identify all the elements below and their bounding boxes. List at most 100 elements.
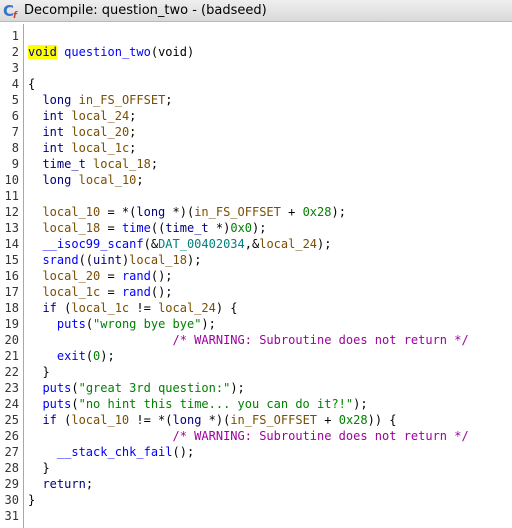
code-token[interactable]: = bbox=[100, 269, 122, 283]
code-token[interactable]: time_t bbox=[165, 221, 208, 235]
code-token[interactable]: != bbox=[129, 301, 158, 315]
code-line[interactable]: 18 if (local_1c != local_24) { bbox=[0, 300, 512, 316]
code-token[interactable]: = *( bbox=[100, 205, 136, 219]
code-token[interactable]: ( bbox=[71, 381, 78, 395]
code-token[interactable]: __isoc99_scanf bbox=[42, 237, 143, 251]
code-token[interactable] bbox=[28, 141, 42, 155]
code-token[interactable] bbox=[28, 301, 42, 315]
code-token[interactable]: rand bbox=[122, 285, 151, 299]
code-token[interactable]: 0x28 bbox=[339, 413, 368, 427]
code-token[interactable]: local_24 bbox=[158, 301, 216, 315]
code-token[interactable] bbox=[28, 221, 42, 235]
code-token[interactable]: local_18 bbox=[93, 157, 151, 171]
code-token[interactable] bbox=[28, 333, 173, 347]
code-line[interactable]: 10 long local_10; bbox=[0, 172, 512, 188]
code-token[interactable]: (); bbox=[173, 445, 195, 459]
code-token[interactable]: local_10 bbox=[71, 413, 129, 427]
code-line[interactable]: 7 int local_20; bbox=[0, 124, 512, 140]
code-token[interactable]: local_1c bbox=[71, 301, 129, 315]
code-token[interactable]: if bbox=[42, 301, 56, 315]
code-token[interactable]: (void) bbox=[151, 45, 194, 59]
code-token[interactable]: puts bbox=[42, 381, 71, 395]
code-line[interactable]: 19 puts("wrong bye bye"); bbox=[0, 316, 512, 332]
code-line[interactable]: 11 bbox=[0, 188, 512, 204]
code-token[interactable]: in_FS_OFFSET bbox=[230, 413, 317, 427]
code-token[interactable]: local_20 bbox=[42, 269, 100, 283]
code-token[interactable] bbox=[28, 445, 57, 459]
code-token[interactable]: = bbox=[100, 221, 122, 235]
code-token[interactable]: ( bbox=[71, 397, 78, 411]
code-line[interactable]: 22 } bbox=[0, 364, 512, 380]
code-line[interactable]: 17 local_1c = rand(); bbox=[0, 284, 512, 300]
code-line[interactable]: 20 /* WARNING: Subroutine does not retur… bbox=[0, 332, 512, 348]
code-line[interactable]: 28 } bbox=[0, 460, 512, 476]
code-token[interactable]: long bbox=[136, 205, 165, 219]
code-token[interactable]: 0x28 bbox=[303, 205, 332, 219]
code-line[interactable]: 5 long in_FS_OFFSET; bbox=[0, 92, 512, 108]
code-token[interactable] bbox=[28, 237, 42, 251]
code-token[interactable]: local_24 bbox=[259, 237, 317, 251]
code-token[interactable] bbox=[28, 429, 173, 443]
code-line[interactable]: 29 return; bbox=[0, 476, 512, 492]
code-token[interactable]: "great 3rd question:" bbox=[79, 381, 231, 395]
code-token[interactable]: long bbox=[173, 413, 202, 427]
code-token[interactable]: != *( bbox=[129, 413, 172, 427]
code-line[interactable]: 1 bbox=[0, 28, 512, 44]
code-token[interactable]: )) { bbox=[368, 413, 397, 427]
code-line[interactable]: 23 puts("great 3rd question:"); bbox=[0, 380, 512, 396]
code-token[interactable] bbox=[28, 397, 42, 411]
code-token[interactable]: (& bbox=[144, 237, 158, 251]
code-line[interactable]: 31 bbox=[0, 508, 512, 524]
code-token[interactable]: local_1c bbox=[42, 285, 100, 299]
code-token[interactable] bbox=[71, 173, 78, 187]
code-token[interactable]: long bbox=[42, 93, 71, 107]
code-token[interactable]: ); bbox=[230, 381, 244, 395]
code-token[interactable] bbox=[86, 157, 93, 171]
code-line[interactable]: 21 exit(0); bbox=[0, 348, 512, 364]
code-token[interactable]: ); bbox=[331, 205, 345, 219]
code-token[interactable]: rand bbox=[122, 269, 151, 283]
code-token[interactable]: exit bbox=[57, 349, 86, 363]
code-token[interactable] bbox=[28, 413, 42, 427]
code-token[interactable]: "wrong bye bye" bbox=[93, 317, 201, 331]
code-token[interactable]: local_1c bbox=[71, 141, 129, 155]
code-token[interactable] bbox=[28, 109, 42, 123]
code-token[interactable]: (); bbox=[151, 269, 173, 283]
code-token[interactable]: ) { bbox=[216, 301, 238, 315]
code-token[interactable]: } bbox=[28, 493, 35, 507]
code-token[interactable]: "no hint this time... you can do it?!" bbox=[79, 397, 354, 411]
code-token[interactable]: } bbox=[28, 461, 49, 475]
code-line[interactable]: 13 local_18 = time((time_t *)0x0); bbox=[0, 220, 512, 236]
code-token[interactable]: ; bbox=[129, 125, 136, 139]
code-line[interactable]: 25 if (local_10 != *(long *)(in_FS_OFFSE… bbox=[0, 412, 512, 428]
code-token[interactable]: ); bbox=[187, 253, 201, 267]
code-token[interactable]: ( bbox=[86, 317, 93, 331]
code-token[interactable]: local_18 bbox=[129, 253, 187, 267]
code-token[interactable] bbox=[28, 269, 42, 283]
code-token[interactable]: ( bbox=[57, 301, 71, 315]
code-line[interactable]: 6 int local_24; bbox=[0, 108, 512, 124]
code-token[interactable] bbox=[28, 317, 57, 331]
code-token[interactable] bbox=[28, 157, 42, 171]
code-token[interactable]: time_t bbox=[42, 157, 85, 171]
code-token[interactable]: time bbox=[122, 221, 151, 235]
code-token[interactable]: if bbox=[42, 413, 56, 427]
code-token[interactable]: (( bbox=[151, 221, 165, 235]
code-token[interactable]: ; bbox=[165, 93, 172, 107]
code-token[interactable]: ); bbox=[252, 221, 266, 235]
code-line[interactable]: 26 /* WARNING: Subroutine does not retur… bbox=[0, 428, 512, 444]
code-token[interactable]: ); bbox=[317, 237, 331, 251]
code-token[interactable]: local_24 bbox=[71, 109, 129, 123]
code-token[interactable]: *)( bbox=[201, 413, 231, 427]
code-token[interactable]: puts bbox=[57, 317, 86, 331]
code-line[interactable]: 27 __stack_chk_fail(); bbox=[0, 444, 512, 460]
code-token[interactable]: /* WARNING: Subroutine does not return *… bbox=[173, 333, 469, 347]
code-token[interactable]: local_10 bbox=[79, 173, 137, 187]
code-token[interactable] bbox=[28, 93, 42, 107]
code-token[interactable]: return bbox=[42, 477, 85, 491]
code-token[interactable]: ; bbox=[129, 141, 136, 155]
code-line[interactable]: 9 time_t local_18; bbox=[0, 156, 512, 172]
code-token[interactable] bbox=[28, 205, 42, 219]
code-token[interactable]: void bbox=[28, 45, 57, 59]
code-token[interactable]: ); bbox=[353, 397, 367, 411]
